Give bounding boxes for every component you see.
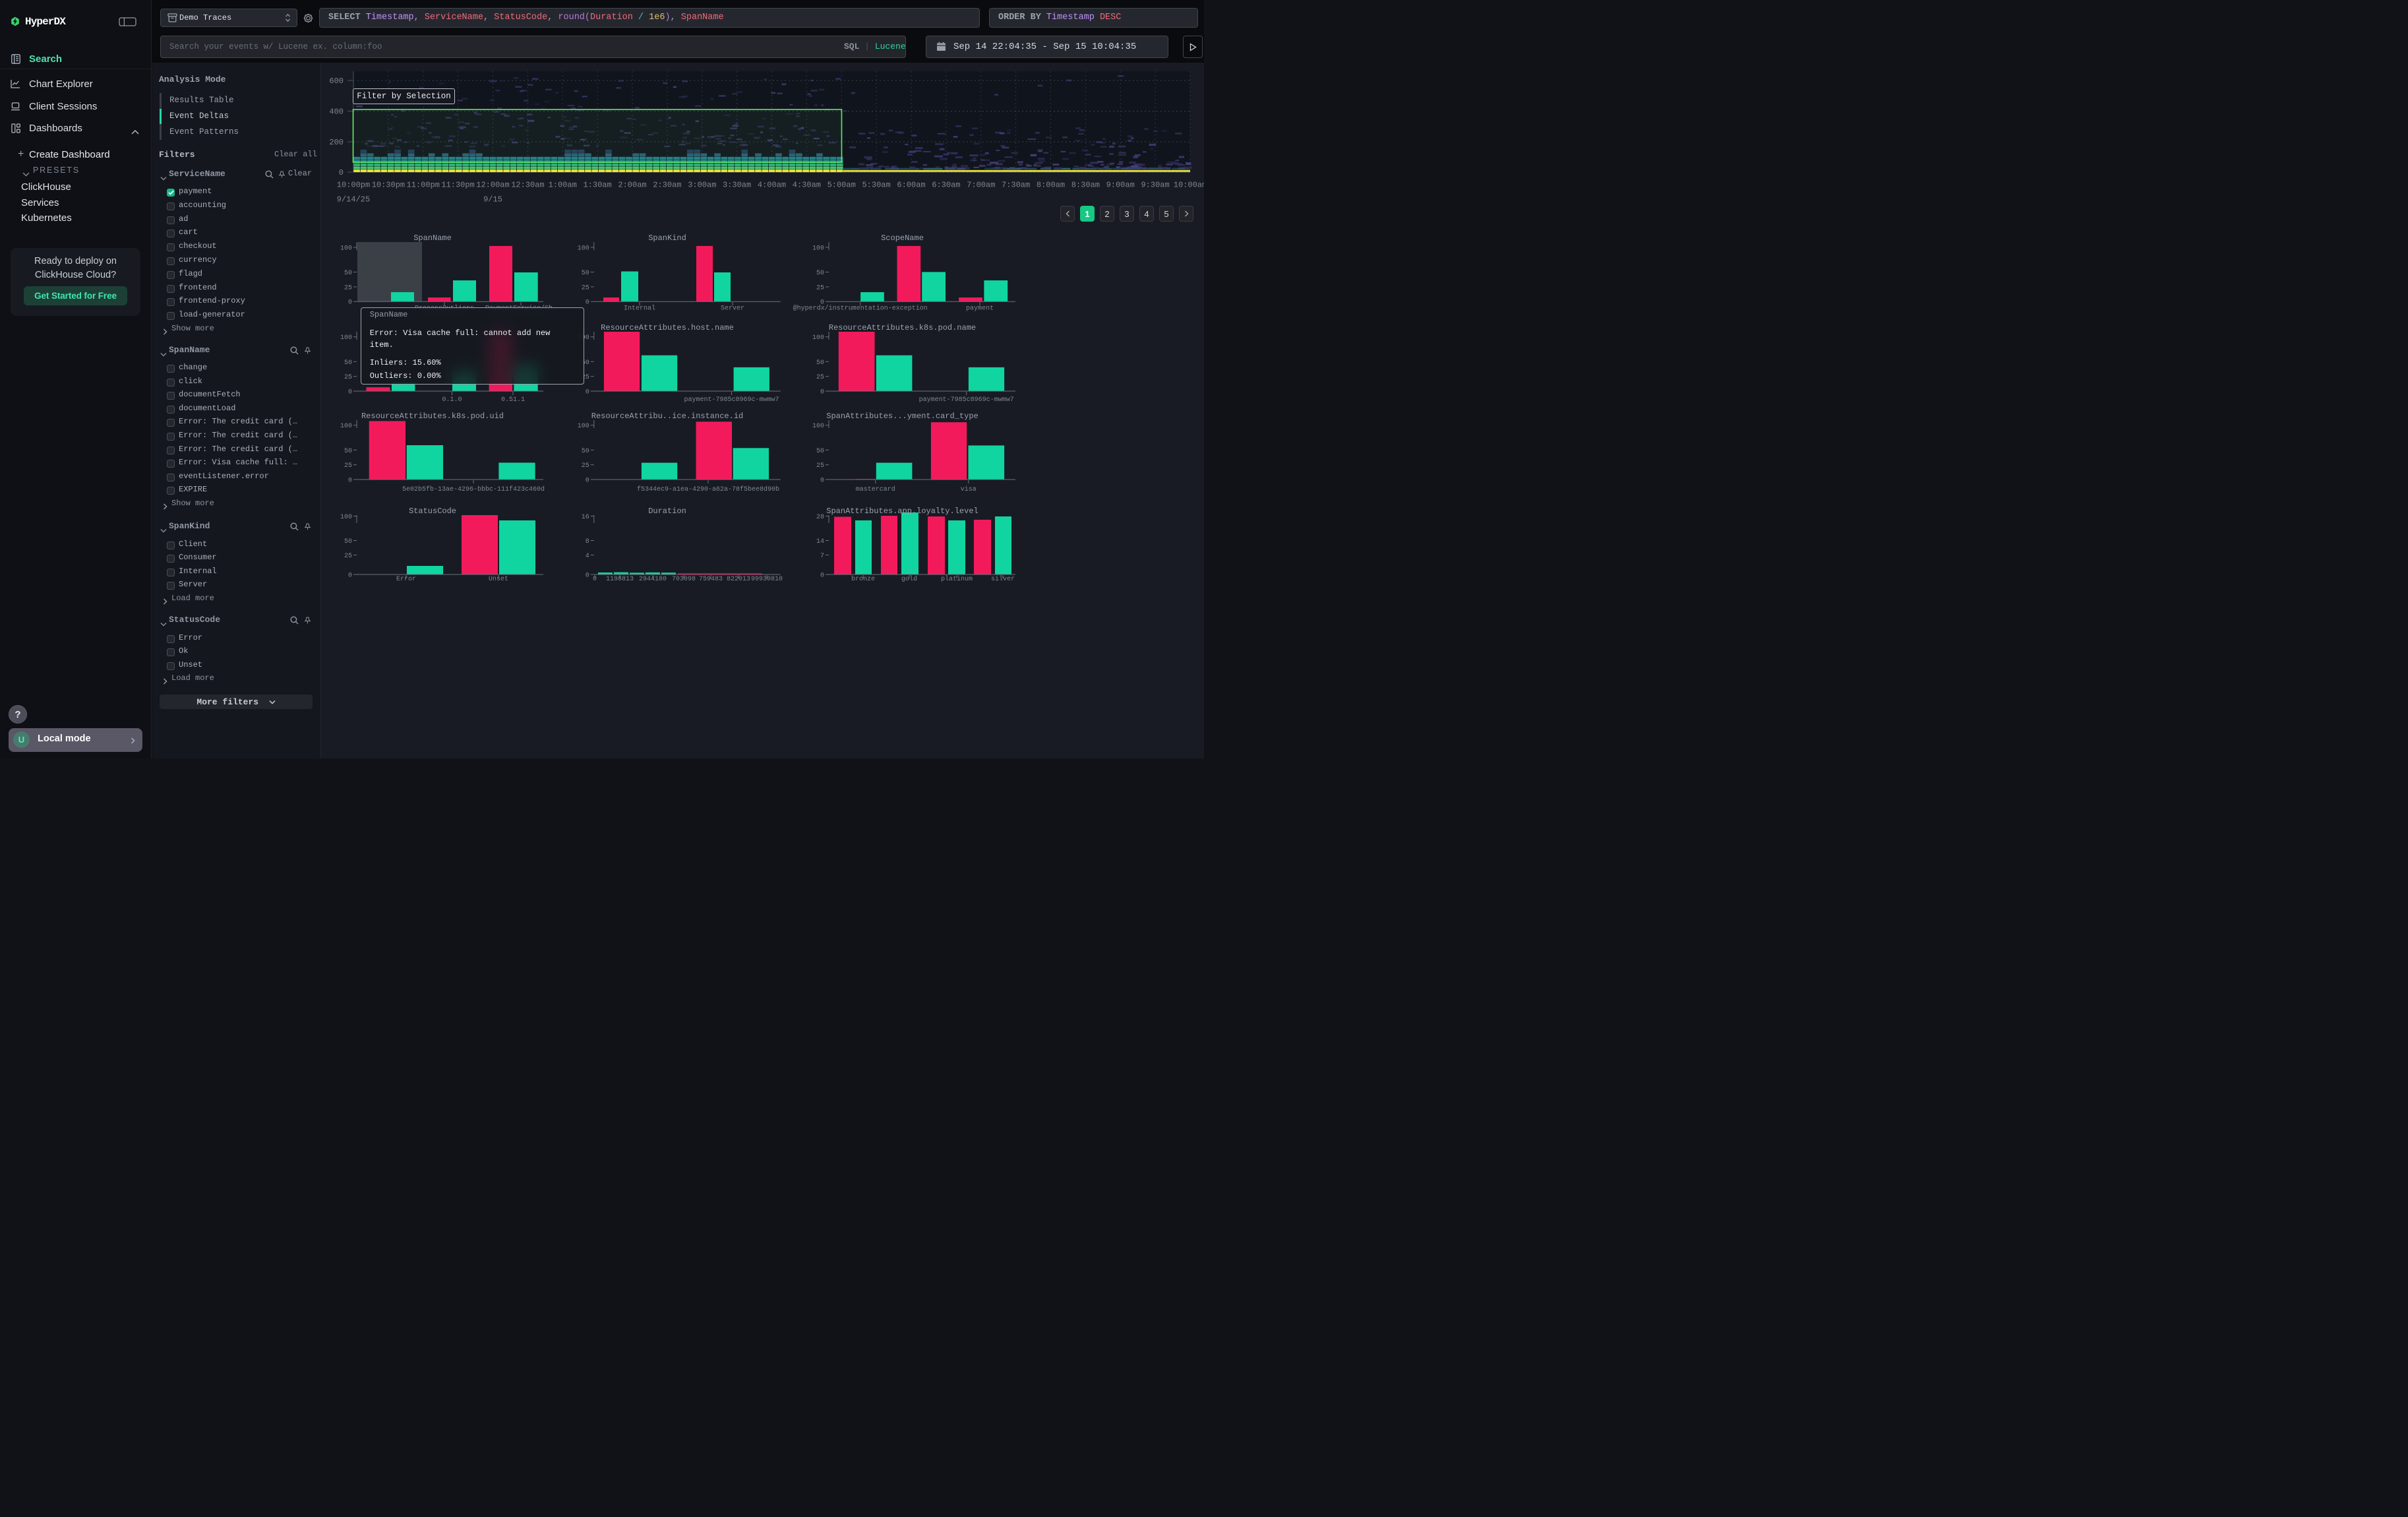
svg-text:50: 50 (344, 538, 352, 545)
svg-text:0.1.0: 0.1.0 (442, 396, 462, 404)
svg-text:0: 0 (348, 478, 352, 485)
svg-text:0: 0 (586, 478, 589, 485)
svg-text:0: 0 (348, 389, 352, 396)
svg-text:99930810: 99930810 (751, 576, 783, 583)
svg-text:5e02b5fb-13ae-4296-bbbc-111f42: 5e02b5fb-13ae-4296-bbbc-111f423c460d (402, 485, 545, 493)
svg-text:ResourceAttributes.k8s.pod.nam: ResourceAttributes.k8s.pod.name (829, 323, 976, 332)
svg-text:Server: Server (721, 305, 744, 313)
svg-text:16: 16 (582, 514, 589, 521)
svg-text:822013: 822013 (727, 576, 750, 583)
svg-text:gold: gold (901, 575, 917, 583)
svg-text:25: 25 (816, 462, 824, 470)
svg-text:silver: silver (991, 575, 1015, 583)
svg-text:payment: payment (966, 305, 994, 313)
svg-text:25: 25 (344, 284, 352, 292)
svg-text:1198813: 1198813 (606, 576, 634, 583)
svg-text:25: 25 (344, 374, 352, 381)
svg-text:platinum: platinum (941, 575, 973, 583)
svg-text:0: 0 (820, 389, 824, 396)
svg-text:100: 100 (340, 245, 352, 252)
svg-text:25: 25 (344, 462, 352, 470)
svg-text:Error: Error (396, 576, 416, 583)
svg-text:100: 100 (578, 245, 589, 252)
svg-text:100: 100 (812, 334, 824, 342)
svg-text:Internal: Internal (624, 305, 655, 313)
svg-text:50: 50 (816, 359, 824, 367)
svg-text:0: 0 (820, 573, 824, 580)
svg-text:7: 7 (820, 553, 824, 560)
svg-text:50: 50 (344, 359, 352, 367)
svg-text:100: 100 (340, 514, 352, 521)
svg-text:ResourceAttributes.k8s.pod.uid: ResourceAttributes.k8s.pod.uid (361, 412, 504, 421)
svg-text:100: 100 (340, 334, 352, 342)
svg-text:25: 25 (816, 374, 824, 381)
svg-text:100: 100 (578, 423, 589, 430)
svg-text:visa: visa (961, 485, 977, 493)
svg-text:50: 50 (344, 270, 352, 277)
svg-text:25: 25 (816, 284, 824, 292)
svg-text:25: 25 (344, 553, 352, 560)
svg-text:50: 50 (816, 270, 824, 277)
svg-text:SpanName: SpanName (413, 233, 452, 243)
svg-text:payment-7985c8969c-mwmw7: payment-7985c8969c-mwmw7 (919, 396, 1014, 404)
svg-text:14: 14 (816, 538, 824, 545)
svg-text:ResourceAttribu..ice.instance.: ResourceAttribu..ice.instance.id (591, 412, 743, 421)
svg-text:SpanAttributes...yment.card_ty: SpanAttributes...yment.card_type (826, 412, 978, 421)
svg-text:ScopeName: ScopeName (881, 233, 924, 243)
svg-text:@hyperdx/instrumentation-excep: @hyperdx/instrumentation-exception (793, 305, 928, 313)
svg-text:0.51.1: 0.51.1 (501, 396, 525, 404)
svg-text:50: 50 (582, 448, 589, 455)
svg-text:StatusCode: StatusCode (409, 507, 456, 516)
svg-text:payment-7985c8969c-mwmw7: payment-7985c8969c-mwmw7 (684, 396, 779, 404)
svg-text:ResourceAttributes.host.name: ResourceAttributes.host.name (601, 323, 734, 332)
svg-text:Unset: Unset (489, 576, 508, 583)
svg-text:100: 100 (340, 423, 352, 430)
svg-text:SpanAttributes.app.loyalty.lev: SpanAttributes.app.loyalty.level (826, 507, 978, 516)
svg-text:50: 50 (816, 448, 824, 455)
svg-text:bronze: bronze (851, 575, 875, 583)
svg-text:Duration: Duration (648, 507, 686, 516)
svg-text:4: 4 (586, 553, 589, 560)
svg-text:25: 25 (582, 462, 589, 470)
svg-text:25: 25 (582, 284, 589, 292)
svg-text:0: 0 (348, 299, 352, 307)
svg-text:50: 50 (344, 448, 352, 455)
svg-text:0: 0 (586, 389, 589, 396)
svg-text:759483: 759483 (699, 576, 723, 583)
svg-text:8: 8 (586, 538, 589, 545)
svg-text:28: 28 (816, 514, 824, 521)
svg-text:0: 0 (586, 573, 589, 580)
svg-text:0: 0 (586, 299, 589, 307)
svg-text:100: 100 (812, 245, 824, 252)
svg-text:0: 0 (348, 573, 352, 580)
svg-text:50: 50 (582, 270, 589, 277)
svg-text:100: 100 (812, 423, 824, 430)
svg-text:mastercard: mastercard (856, 485, 895, 493)
svg-text:2944180: 2944180 (639, 576, 667, 583)
svg-text:f5344ec9-a1ea-4290-a62a-78f5be: f5344ec9-a1ea-4290-a62a-78f5bee8d90b (637, 485, 779, 493)
svg-text:0: 0 (593, 576, 597, 583)
svg-text:SpanKind: SpanKind (648, 233, 686, 243)
svg-text:0: 0 (820, 478, 824, 485)
svg-text:703098: 703098 (672, 576, 696, 583)
